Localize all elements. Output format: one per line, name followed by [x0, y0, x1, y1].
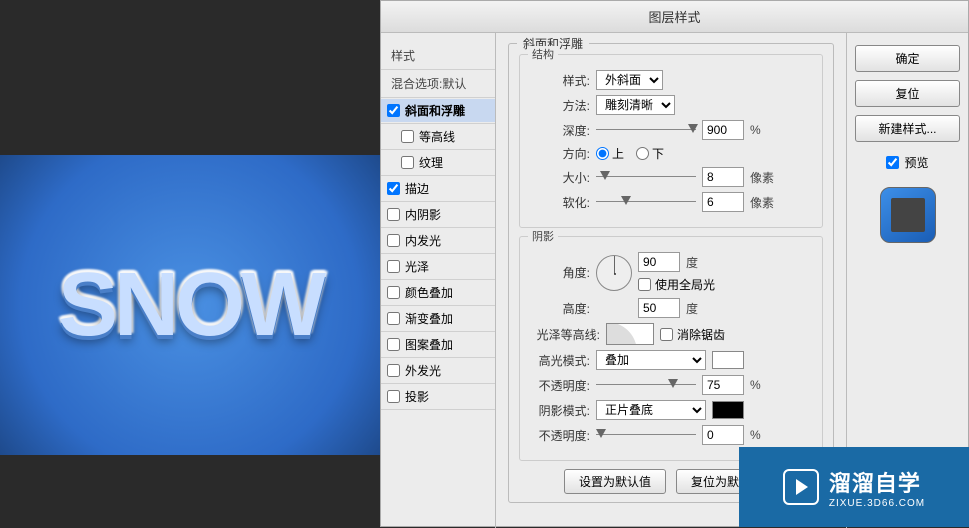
- reset-button[interactable]: 复位: [855, 80, 960, 107]
- preview-text: SNOW: [58, 254, 322, 357]
- preview-thumbnail: [880, 187, 936, 243]
- effect-label: 光泽: [405, 258, 429, 275]
- sh-mode-label: 阴影模式:: [530, 402, 590, 419]
- dialog-title: 图层样式: [381, 1, 968, 33]
- effect-label: 纹理: [419, 154, 443, 171]
- soften-label: 软化:: [530, 194, 590, 211]
- effect-label: 内阴影: [405, 206, 441, 223]
- style-label: 样式:: [530, 72, 590, 89]
- effect-checkbox[interactable]: [401, 130, 414, 143]
- effect-item[interactable]: 内阴影: [381, 203, 495, 226]
- shadow-title: 阴影: [528, 228, 558, 244]
- effect-item[interactable]: 等高线: [381, 125, 495, 148]
- direction-down[interactable]: 下: [636, 145, 664, 162]
- sh-opacity-slider[interactable]: [596, 428, 696, 442]
- watermark-main: 溜溜自学: [829, 466, 925, 498]
- soften-slider[interactable]: [596, 195, 696, 209]
- effect-checkbox[interactable]: [387, 182, 400, 195]
- soften-input[interactable]: [702, 192, 744, 212]
- structure-group: 结构 样式: 外斜面 方法: 雕刻清晰 深度: %: [519, 54, 823, 228]
- blend-header[interactable]: 混合选项:默认: [381, 71, 495, 96]
- shadow-group: 阴影 角度: 度 使用全局光: [519, 236, 823, 461]
- effect-item[interactable]: 外发光: [381, 359, 495, 382]
- ok-button[interactable]: 确定: [855, 45, 960, 72]
- effect-label: 外发光: [405, 362, 441, 379]
- effect-label: 图案叠加: [405, 336, 453, 353]
- effect-label: 渐变叠加: [405, 310, 453, 327]
- styles-header[interactable]: 样式: [381, 43, 495, 68]
- effect-checkbox[interactable]: [387, 390, 400, 403]
- effect-checkbox[interactable]: [387, 364, 400, 377]
- size-input[interactable]: [702, 167, 744, 187]
- hi-mode-label: 高光模式:: [530, 352, 590, 369]
- hi-opacity-label: 不透明度:: [530, 377, 590, 394]
- sh-color-swatch[interactable]: [712, 401, 744, 419]
- watermark-sub: ZIXUE.3D66.COM: [829, 498, 925, 509]
- depth-label: 深度:: [530, 122, 590, 139]
- altitude-label: 高度:: [530, 300, 590, 317]
- hi-opacity-slider[interactable]: [596, 378, 696, 392]
- effect-label: 斜面和浮雕: [405, 102, 465, 119]
- effect-item[interactable]: 投影: [381, 385, 495, 408]
- effect-label: 颜色叠加: [405, 284, 453, 301]
- sh-opacity-input[interactable]: [702, 425, 744, 445]
- contour-label: 光泽等高线:: [530, 326, 600, 343]
- style-select[interactable]: 外斜面: [596, 70, 663, 90]
- gloss-contour[interactable]: [606, 323, 654, 345]
- preview-check[interactable]: 预览: [855, 154, 960, 171]
- effect-label: 等高线: [419, 128, 455, 145]
- effect-item[interactable]: 内发光: [381, 229, 495, 252]
- global-light-check[interactable]: 使用全局光: [638, 276, 715, 293]
- depth-input[interactable]: [702, 120, 744, 140]
- size-unit: 像素: [750, 169, 774, 186]
- effect-checkbox[interactable]: [387, 234, 400, 247]
- make-default-button[interactable]: 设置为默认值: [564, 469, 666, 494]
- effect-checkbox[interactable]: [387, 104, 400, 117]
- effect-item[interactable]: 纹理: [381, 151, 495, 174]
- effect-item[interactable]: 图案叠加: [381, 333, 495, 356]
- new-style-button[interactable]: 新建样式...: [855, 115, 960, 142]
- effect-item[interactable]: 描边: [381, 177, 495, 200]
- hi-mode-select[interactable]: 叠加: [596, 350, 706, 370]
- effect-checkbox[interactable]: [387, 286, 400, 299]
- angle-dial[interactable]: [596, 255, 632, 291]
- canvas-area: SNOW: [0, 155, 380, 455]
- size-label: 大小:: [530, 169, 590, 186]
- structure-title: 结构: [528, 46, 558, 62]
- effect-checkbox[interactable]: [387, 208, 400, 221]
- direction-up[interactable]: 上: [596, 145, 624, 162]
- bevel-panel: 斜面和浮雕 结构 样式: 外斜面 方法: 雕刻清晰 深度:: [508, 43, 834, 503]
- angle-label: 角度:: [530, 264, 590, 281]
- effect-label: 投影: [405, 388, 429, 405]
- sh-opacity-label: 不透明度:: [530, 427, 590, 444]
- effect-label: 描边: [405, 180, 429, 197]
- effect-item[interactable]: 颜色叠加: [381, 281, 495, 304]
- sh-mode-select[interactable]: 正片叠底: [596, 400, 706, 420]
- antialias-check[interactable]: 消除锯齿: [660, 326, 725, 343]
- effect-item[interactable]: 斜面和浮雕: [381, 99, 495, 122]
- method-select[interactable]: 雕刻清晰: [596, 95, 675, 115]
- watermark: 溜溜自学 ZIXUE.3D66.COM: [739, 447, 969, 527]
- canvas-preview: SNOW: [0, 155, 380, 455]
- hi-color-swatch[interactable]: [712, 351, 744, 369]
- soften-unit: 像素: [750, 194, 774, 211]
- effect-item[interactable]: 光泽: [381, 255, 495, 278]
- effect-list: 样式 混合选项:默认 斜面和浮雕等高线纹理描边内阴影内发光光泽颜色叠加渐变叠加图…: [381, 33, 496, 528]
- depth-slider[interactable]: [596, 123, 696, 137]
- effect-item[interactable]: 渐变叠加: [381, 307, 495, 330]
- effect-checkbox[interactable]: [387, 338, 400, 351]
- effect-checkbox[interactable]: [387, 312, 400, 325]
- play-icon: [783, 469, 819, 505]
- depth-unit: %: [750, 123, 761, 137]
- size-slider[interactable]: [596, 170, 696, 184]
- altitude-input[interactable]: [638, 298, 680, 318]
- method-label: 方法:: [530, 97, 590, 114]
- effect-checkbox[interactable]: [387, 260, 400, 273]
- angle-input[interactable]: [638, 252, 680, 272]
- effect-checkbox[interactable]: [401, 156, 414, 169]
- hi-opacity-input[interactable]: [702, 375, 744, 395]
- effect-label: 内发光: [405, 232, 441, 249]
- direction-label: 方向:: [530, 145, 590, 162]
